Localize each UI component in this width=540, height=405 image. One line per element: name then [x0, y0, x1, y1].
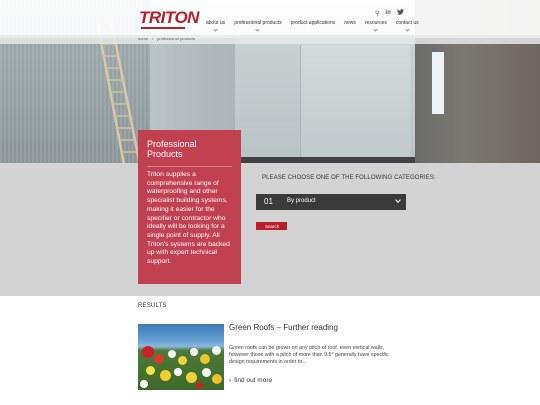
link-label: find out more	[234, 377, 273, 384]
flower-shape	[212, 374, 222, 384]
nav-product-applications[interactable]: product applications	[291, 20, 335, 30]
site-header: TRITON ⚲ in about us professional produc…	[0, 0, 540, 38]
flower-shape	[154, 354, 164, 364]
nav-contact-us[interactable]: contact us	[396, 20, 419, 32]
breadcrumb-separator: /	[152, 36, 154, 41]
category-select[interactable]: 01 By product	[256, 194, 406, 210]
green-roof-image[interactable]	[138, 324, 224, 390]
flower-shape	[174, 368, 182, 376]
flower-shape	[200, 354, 210, 364]
find-out-more-link[interactable]: › find out more	[229, 377, 272, 384]
nav-resources[interactable]: resources	[365, 20, 387, 32]
hero-wall-back	[300, 45, 410, 163]
twitter-icon[interactable]	[396, 9, 404, 17]
flower-shape	[178, 356, 187, 365]
flower-shape	[168, 350, 176, 358]
flower-shape	[186, 372, 197, 383]
chevron-down-icon	[255, 27, 261, 32]
result-title[interactable]: Green Roofs – Further reading	[229, 323, 338, 332]
select-number: 01	[264, 197, 273, 206]
flower-shape	[202, 368, 211, 377]
chevron-down-icon	[405, 27, 410, 32]
flower-shape	[212, 346, 221, 355]
intro-text: Triton supplies a comprehensive range of…	[147, 171, 230, 266]
main-nav: about us professional products product a…	[206, 20, 428, 32]
breadcrumb-current: professional products	[157, 36, 196, 41]
hero-window	[432, 52, 444, 114]
nav-about-us[interactable]: about us	[206, 20, 225, 32]
chevron-down-icon	[395, 197, 401, 203]
category-heading: PLEASE CHOOSE ONE OF THE FOLLOWING CATEG…	[262, 175, 436, 181]
logo-wordmark: TRITON	[139, 8, 199, 27]
linkedin-icon[interactable]: in	[385, 10, 390, 16]
flower-shape	[190, 348, 198, 356]
flower-shape	[196, 382, 203, 389]
breadcrumb-home[interactable]: home	[138, 36, 148, 41]
page-title: Professional Products	[147, 139, 197, 159]
triton-logo[interactable]: TRITON	[139, 8, 199, 31]
search-icon[interactable]: ⚲	[375, 10, 379, 17]
nav-news[interactable]: news	[344, 20, 356, 30]
header-icons: ⚲ in	[375, 9, 410, 17]
divider	[147, 166, 232, 167]
flower-shape	[142, 346, 154, 358]
flower-shape	[160, 370, 171, 381]
logo-swoosh	[141, 27, 185, 29]
intro-panel: Professional Products Triton supplies a …	[138, 130, 241, 284]
breadcrumb: home / professional products	[138, 36, 199, 41]
result-description: Green roofs can be grown on any pitch of…	[229, 345, 389, 365]
chevron-right-icon: ›	[229, 377, 232, 384]
select-value: By product	[287, 198, 316, 204]
search-button[interactable]: Search	[256, 222, 287, 230]
results-heading: RESULTS	[138, 303, 167, 309]
nav-professional-products[interactable]: professional products	[234, 20, 282, 32]
breadcrumb-bar: home / professional products	[0, 35, 540, 44]
chevron-down-icon	[373, 27, 378, 32]
chevron-down-icon	[213, 27, 218, 32]
flower-shape	[140, 380, 148, 388]
flower-shape	[146, 366, 155, 375]
